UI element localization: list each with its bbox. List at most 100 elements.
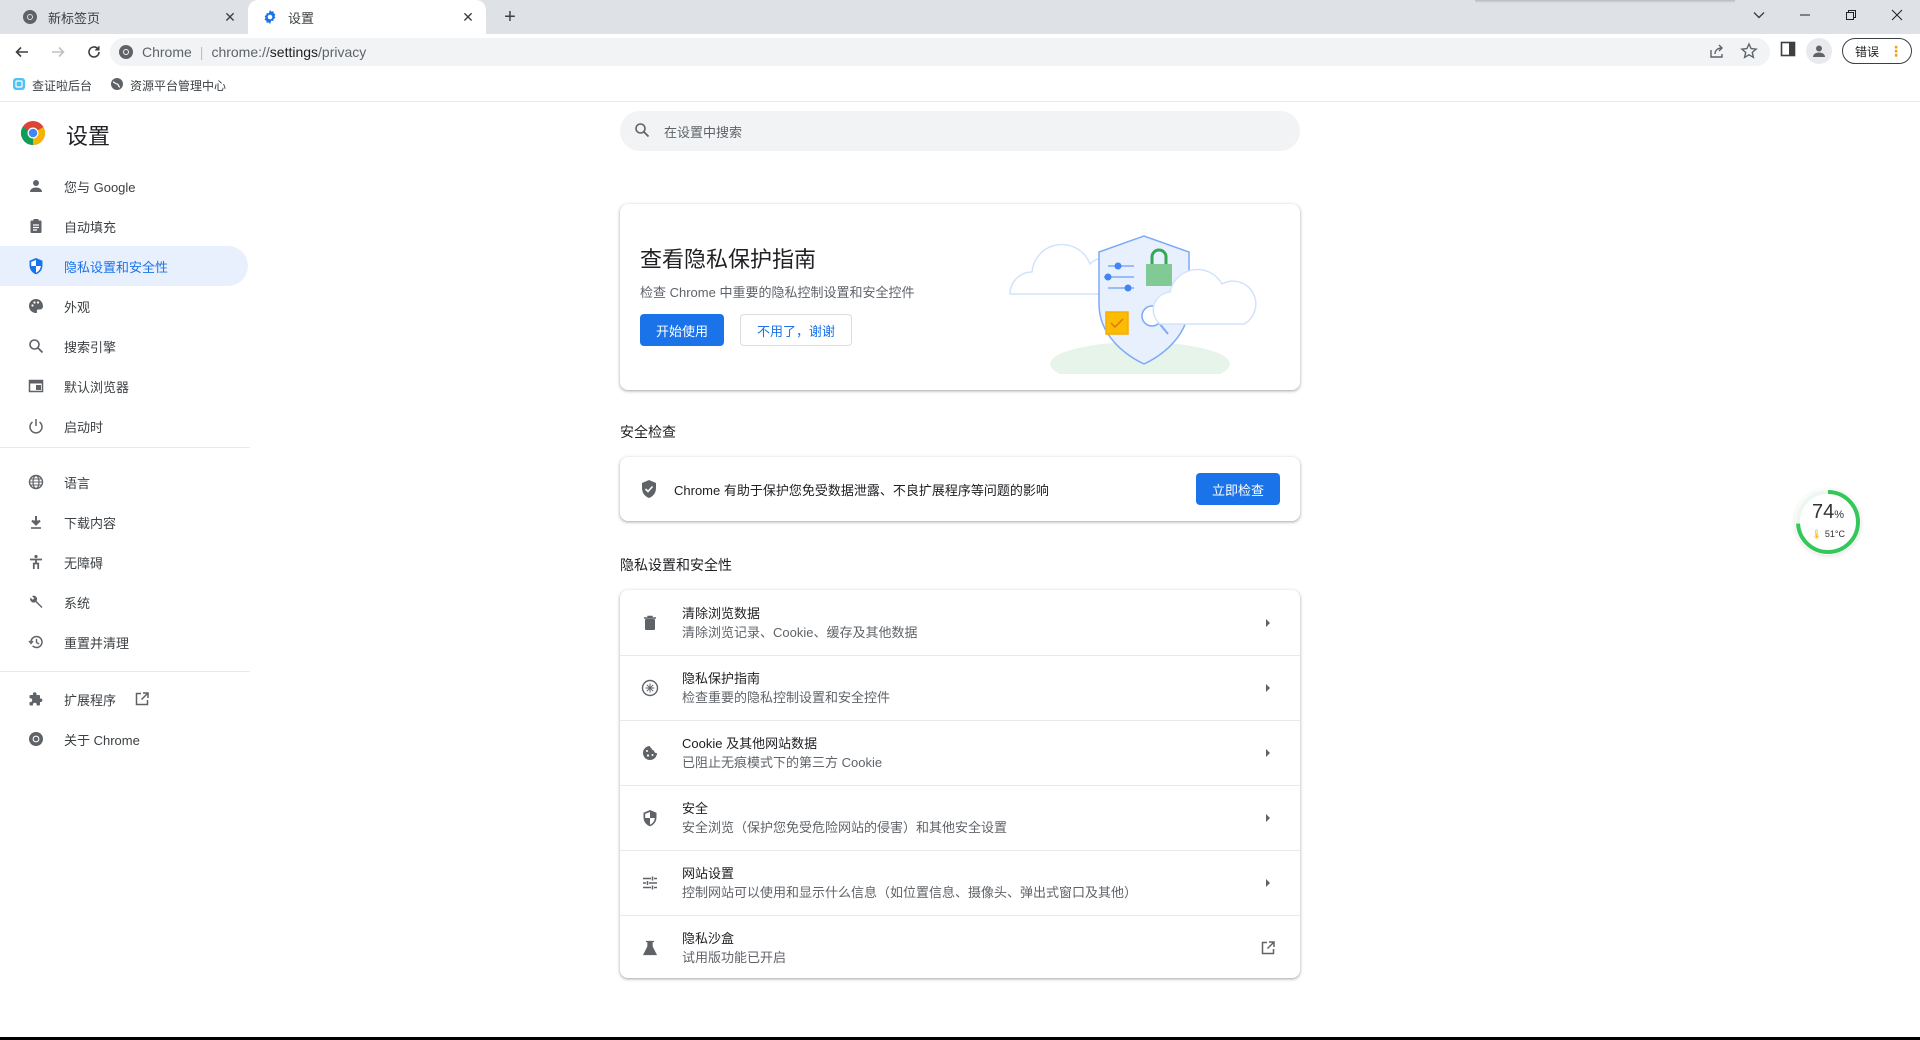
- sidebar-item-6[interactable]: 默认浏览器: [0, 366, 248, 406]
- cpu-gauge-widget[interactable]: 74% 🌡 51°C: [1795, 489, 1861, 555]
- row-label: 隐私保护指南: [682, 671, 761, 686]
- sidebar-item-12[interactable]: 重置并清理: [0, 622, 248, 662]
- star-icon[interactable]: [1740, 42, 1758, 63]
- bookmarks-bar: 查证啦后台 资源平台管理中心: [0, 70, 1920, 102]
- sidebar-item-label: 关于 Chrome: [64, 732, 140, 748]
- wrench-icon: [26, 592, 46, 612]
- bookmark-label: 资源平台管理中心: [130, 79, 227, 93]
- chrome-logo-icon: [20, 120, 46, 151]
- sidebar-divider: [0, 671, 250, 672]
- sidebar-item-label: 您与 Google: [64, 179, 136, 195]
- restore-button[interactable]: [1828, 0, 1874, 30]
- error-menu-button[interactable]: 错误 ⋮: [1842, 38, 1913, 64]
- cookie-icon: [640, 743, 660, 763]
- row-sublabel: 试用版功能已开启: [682, 950, 787, 965]
- sidebar-item-label: 外观: [64, 299, 91, 315]
- back-button[interactable]: [8, 38, 36, 66]
- privacy-guide-title: 查看隐私保护指南: [640, 247, 817, 272]
- gauge-percent-unit: %: [1834, 509, 1845, 521]
- share-icon[interactable]: [1708, 42, 1726, 63]
- url-path: /privacy: [318, 44, 367, 60]
- dismiss-privacy-guide-button[interactable]: 不用了，谢谢: [740, 314, 853, 346]
- sidebar-item-7[interactable]: 启动时: [0, 406, 248, 446]
- sidebar-item-label: 扩展程序: [64, 692, 117, 708]
- power-icon: [26, 416, 46, 436]
- sidebar-item-14[interactable]: 关于 Chrome: [0, 719, 248, 759]
- row-sublabel: 已阻止无痕模式下的第三方 Cookie: [682, 755, 883, 770]
- shield-icon: [26, 256, 46, 276]
- sidebar-item-label: 启动时: [64, 419, 104, 435]
- temperature-value: 51°C: [1824, 529, 1846, 539]
- privacy-guide-card: 查看隐私保护指南 检查 Chrome 中重要的隐私控制设置和安全控件 开始使用 …: [620, 204, 1300, 390]
- sidebar-item-label: 系统: [64, 595, 91, 611]
- puzzle-icon: [26, 689, 46, 709]
- row-sublabel: 控制网站可以使用和显示什么信息（如位置信息、摄像头、弹出式窗口及其他）: [682, 885, 1138, 900]
- row-text: 隐私沙盒试用版功能已开启: [682, 929, 1258, 967]
- privacy-row[interactable]: 隐私沙盒试用版功能已开启: [620, 915, 1300, 980]
- shield-check-icon: [640, 479, 658, 499]
- chevron-right-icon[interactable]: [1258, 613, 1278, 633]
- download-icon: [26, 512, 46, 532]
- check-now-button[interactable]: 立即检查: [1195, 473, 1280, 505]
- browser-icon: [26, 376, 46, 396]
- row-text: Cookie 及其他网站数据 已阻止无痕模式下的第三方 Cookie: [682, 734, 1258, 772]
- chrome-icon: [22, 9, 38, 25]
- compass-icon: [640, 678, 660, 698]
- privacy-row[interactable]: 清除浏览数据 清除浏览记录、Cookie、缓存及其他数据: [620, 590, 1300, 655]
- chevron-right-icon[interactable]: [1258, 743, 1278, 763]
- shadow-decoration: [1475, 0, 1735, 3]
- bookmark-item[interactable]: 查证啦后台: [12, 77, 92, 94]
- start-privacy-guide-button[interactable]: 开始使用: [640, 314, 725, 346]
- globe-icon: [110, 77, 124, 94]
- sidebar-item-label: 无障碍: [64, 555, 104, 571]
- url-prefix: chrome://: [211, 44, 270, 60]
- sidebar-item-2[interactable]: 自动填充: [0, 206, 248, 246]
- safety-check-text: Chrome 有助于保护您免受数据泄露、不良扩展程序等问题的影响: [674, 482, 1049, 498]
- row-label: 安全: [682, 801, 709, 816]
- tab-title: 新标签页: [48, 10, 101, 26]
- person-icon: [26, 176, 46, 196]
- sidebar-item-5[interactable]: 搜索引擎: [0, 326, 248, 366]
- gauge-percent: 74%: [1795, 501, 1861, 524]
- history-icon: [26, 632, 46, 652]
- sidebar-item-3[interactable]: 隐私设置和安全性: [0, 246, 248, 286]
- site-chip: Chrome: [142, 44, 192, 60]
- close-icon[interactable]: ✕: [458, 7, 478, 27]
- new-tab-button[interactable]: +: [498, 5, 522, 29]
- side-panel-icon[interactable]: [1780, 41, 1796, 62]
- close-window-button[interactable]: [1874, 0, 1920, 30]
- bookmark-item[interactable]: 资源平台管理中心: [110, 77, 226, 94]
- tab-settings[interactable]: 设置 ✕: [248, 0, 486, 34]
- sidebar-item-4[interactable]: 外观: [0, 286, 248, 326]
- reload-button[interactable]: [80, 38, 108, 66]
- close-icon[interactable]: ✕: [220, 7, 240, 27]
- profile-button[interactable]: [1806, 38, 1832, 64]
- row-label: 隐私沙盒: [682, 931, 735, 946]
- chrome-icon: [26, 729, 46, 749]
- tab-new-tab[interactable]: 新标签页 ✕: [8, 0, 248, 34]
- chevron-right-icon[interactable]: [1258, 873, 1278, 893]
- sidebar-item-8[interactable]: 语言: [0, 462, 248, 502]
- sidebar-item-9[interactable]: 下载内容: [0, 502, 248, 542]
- privacy-row[interactable]: 隐私保护指南 检查重要的隐私控制设置和安全控件: [620, 655, 1300, 720]
- sidebar-item-10[interactable]: 无障碍: [0, 542, 248, 582]
- privacy-row[interactable]: 网站设置 控制网站可以使用和显示什么信息（如位置信息、摄像头、弹出式窗口及其他）: [620, 850, 1300, 915]
- privacy-row[interactable]: 安全 安全浏览（保护您免受危险网站的侵害）和其他安全设置: [620, 785, 1300, 850]
- address-bar[interactable]: Chrome | chrome://settings/privacy: [110, 38, 1770, 66]
- sidebar-item-11[interactable]: 系统: [0, 582, 248, 622]
- sidebar-item-1[interactable]: 您与 Google: [0, 166, 248, 206]
- tab-strip: 新标签页 ✕ 设置 ✕ +: [0, 0, 1920, 34]
- privacy-row[interactable]: Cookie 及其他网站数据 已阻止无痕模式下的第三方 Cookie: [620, 720, 1300, 785]
- chevron-right-icon[interactable]: [1258, 678, 1278, 698]
- gear-icon: [262, 9, 278, 25]
- minimize-button[interactable]: [1782, 0, 1828, 30]
- settings-search-input[interactable]: 在设置中搜索: [620, 111, 1300, 151]
- tab-search-button[interactable]: [1745, 5, 1773, 25]
- forward-button[interactable]: [44, 38, 72, 66]
- row-text: 安全 安全浏览（保护您免受危险网站的侵害）和其他安全设置: [682, 799, 1258, 837]
- sidebar-item-label: 隐私设置和安全性: [64, 259, 169, 275]
- chevron-right-icon[interactable]: [1258, 808, 1278, 828]
- sidebar-item-13[interactable]: 扩展程序: [0, 679, 248, 719]
- open-in-new-icon[interactable]: [1258, 938, 1278, 958]
- toolbar: Chrome | chrome://settings/privacy: [0, 34, 1920, 70]
